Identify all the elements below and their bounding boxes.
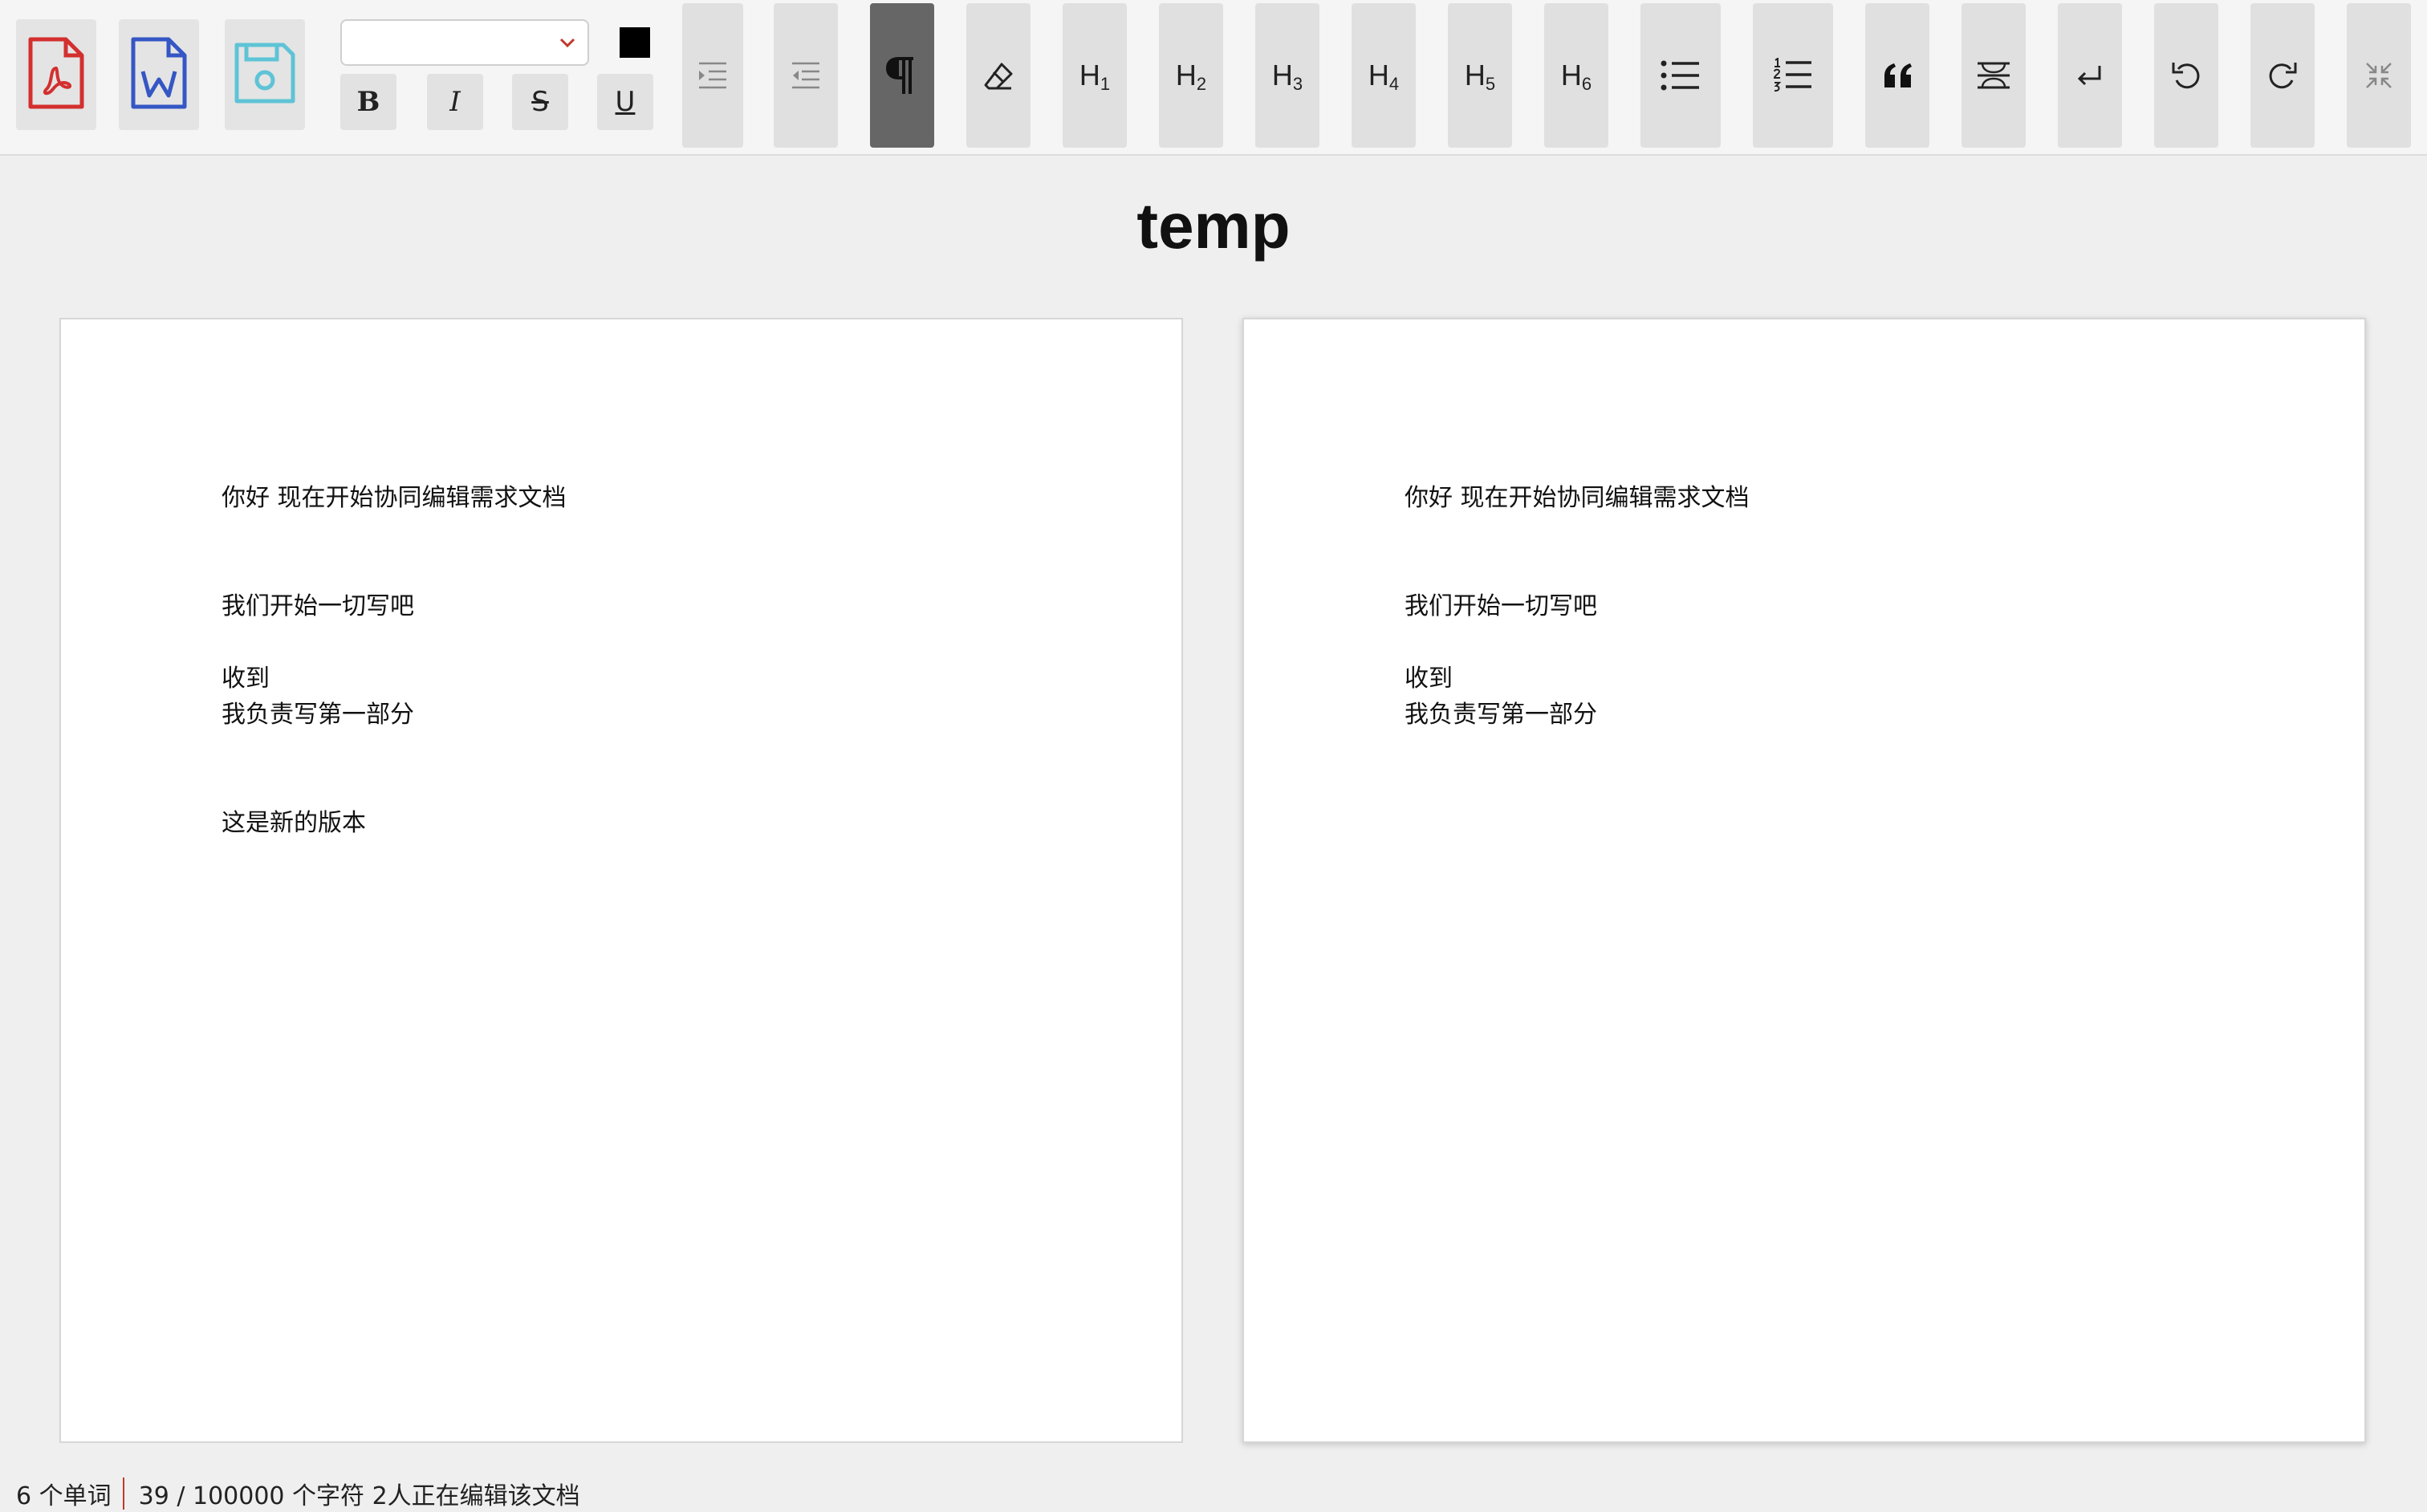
line-break-button[interactable] (2058, 3, 2122, 148)
undo-button[interactable] (2154, 3, 2218, 148)
pilcrow-icon (886, 55, 918, 96)
heading-3-label: H3 (1271, 59, 1303, 94)
underline-label: U (615, 86, 636, 118)
editor-line[interactable]: 收到 (222, 660, 1101, 697)
heading-5-label: H5 (1464, 59, 1496, 94)
editor-right-content[interactable]: 你好 现在开始协同编辑需求文档 我们开始一切写吧 收到 我负责写第一部分 (1405, 480, 2284, 733)
editor-line[interactable] (222, 733, 1101, 769)
pdf-file-icon (26, 36, 87, 113)
editor-line[interactable] (1405, 624, 2284, 660)
editor-line[interactable]: 我负责写第一部分 (222, 697, 1101, 733)
editor-line[interactable] (222, 769, 1101, 805)
collapse-icon (2365, 62, 2392, 89)
editor-line[interactable]: 我们开始一切写吧 (222, 588, 1101, 624)
editor-line[interactable]: 你好 现在开始协同编辑需求文档 (1405, 480, 2284, 516)
numbered-list-icon (1773, 58, 1813, 93)
heading-1-button[interactable]: H1 (1063, 3, 1127, 148)
return-icon (2075, 63, 2104, 88)
exit-fullscreen-button[interactable] (2347, 3, 2411, 148)
bullet-list-icon (1661, 59, 1701, 91)
editor-left-content[interactable]: 你好 现在开始协同编辑需求文档 我们开始一切写吧 收到 我负责写第一部分 这是新的版本 (222, 480, 1101, 841)
char-count-and-editors: 39 / 100000 个字符 2人正在编辑该文档 (138, 1482, 580, 1510)
horizontal-rule-icon (1976, 61, 2011, 90)
toolbar: B I S U H 1 H 2 H 3 H 4 H 5 H 6 (0, 0, 2427, 156)
eraser-icon (982, 61, 1014, 90)
editor-line[interactable]: 收到 (1405, 660, 2284, 697)
numbered-list-button[interactable] (1753, 3, 1833, 148)
redo-icon (2266, 59, 2299, 91)
outdent-icon (791, 61, 821, 90)
editor-line[interactable] (1405, 552, 2284, 588)
horizontal-rule-button[interactable] (1962, 3, 2026, 148)
editor-line[interactable] (1405, 516, 2284, 552)
heading-4-button[interactable]: H4 (1352, 3, 1416, 148)
status-bar: 6 个单词 39 / 100000 个字符 2人正在编辑该文档 (16, 1475, 580, 1512)
clear-format-button[interactable] (966, 3, 1031, 148)
heading-1-label: H1 (1079, 59, 1111, 94)
export-word-button[interactable] (119, 19, 199, 130)
save-button[interactable] (225, 19, 305, 130)
italic-button[interactable]: I (427, 74, 483, 130)
editor-right[interactable]: 你好 现在开始协同编辑需求文档 我们开始一切写吧 收到 我负责写第一部分 (1242, 318, 2366, 1443)
strikethrough-button[interactable]: S (512, 74, 568, 130)
heading-3-button[interactable]: H3 (1255, 3, 1319, 148)
editor-line[interactable] (222, 516, 1101, 552)
document-title[interactable]: temp (0, 189, 2427, 263)
italic-label: I (449, 86, 461, 118)
chevron-down-icon (559, 34, 576, 55)
word-file-icon (128, 36, 189, 113)
editor-line[interactable] (222, 624, 1101, 660)
strike-label: S (531, 86, 549, 118)
heading-4-label: H4 (1368, 59, 1400, 94)
underline-button[interactable]: U (597, 74, 653, 130)
editor-line[interactable]: 你好 现在开始协同编辑需求文档 (222, 480, 1101, 516)
heading-6-button[interactable]: H6 (1544, 3, 1608, 148)
editor-line[interactable]: 这是新的版本 (222, 805, 1101, 841)
heading-5-button[interactable]: H5 (1448, 3, 1512, 148)
redo-button[interactable] (2250, 3, 2315, 148)
undo-icon (2170, 59, 2202, 91)
indent-icon (697, 61, 728, 90)
editor-left[interactable]: 你好 现在开始协同编辑需求文档 我们开始一切写吧 收到 我负责写第一部分 这是新的版本 (59, 318, 1183, 1443)
bullet-list-button[interactable] (1640, 3, 1721, 148)
text-color-swatch[interactable] (620, 27, 650, 58)
floppy-disk-icon (232, 40, 298, 109)
quote-icon (1881, 62, 1913, 89)
outdent-button[interactable] (774, 3, 838, 148)
bold-label: B (356, 86, 380, 118)
paragraph-button[interactable] (870, 3, 934, 148)
heading-2-button[interactable]: H2 (1159, 3, 1223, 148)
status-divider (122, 1477, 124, 1510)
indent-button[interactable] (682, 3, 743, 148)
heading-6-label: H6 (1560, 59, 1592, 94)
editor-line[interactable]: 我负责写第一部分 (1405, 697, 2284, 733)
heading-2-label: H2 (1175, 59, 1207, 94)
export-pdf-button[interactable] (16, 19, 96, 130)
editor-line[interactable] (222, 552, 1101, 588)
word-count: 6 个单词 (16, 1482, 112, 1510)
font-select[interactable] (340, 19, 589, 66)
blockquote-button[interactable] (1865, 3, 1929, 148)
bold-button[interactable]: B (340, 74, 396, 130)
editor-line[interactable]: 我们开始一切写吧 (1405, 588, 2284, 624)
editor-page: B I S U H 1 H 2 H 3 H 4 H 5 H 6 temp 你好 … (0, 0, 2427, 1512)
